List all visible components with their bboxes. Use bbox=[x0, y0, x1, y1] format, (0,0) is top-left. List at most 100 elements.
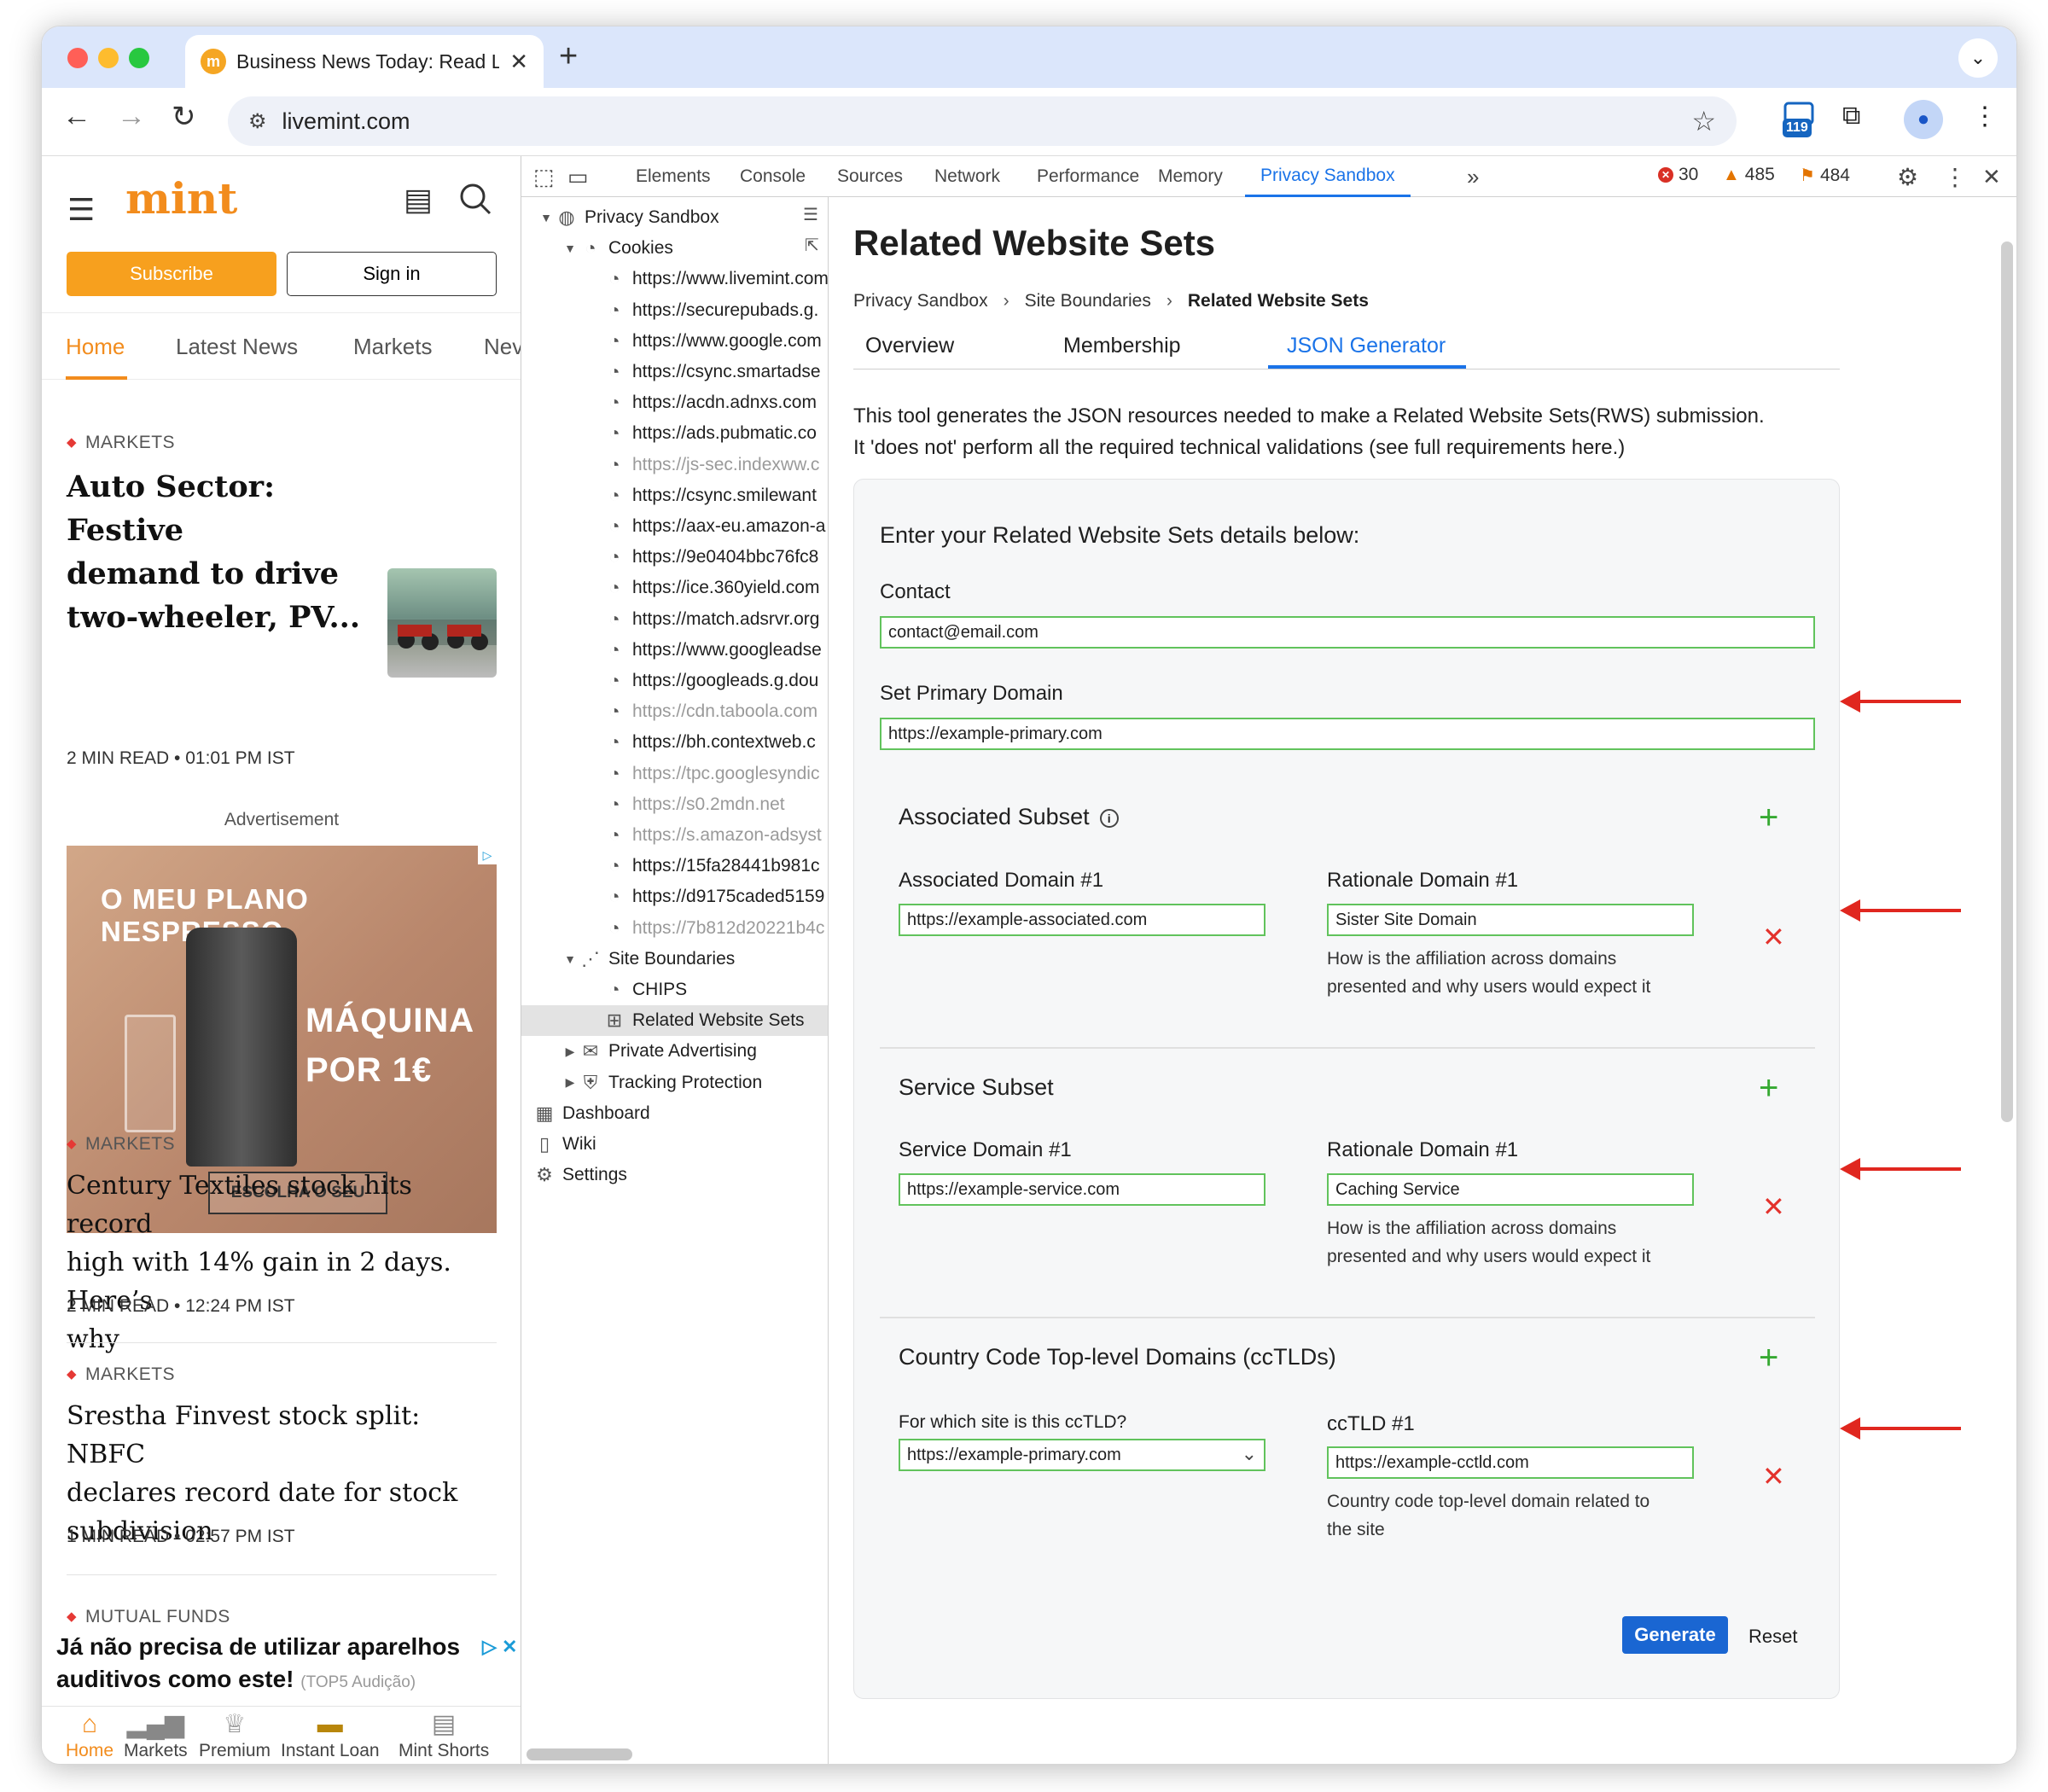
tree-item-tracking-protection[interactable]: ▶ ⛨ Tracking Protection bbox=[521, 1068, 828, 1098]
nav-latest-news[interactable]: Latest News bbox=[176, 334, 298, 360]
search-icon[interactable] bbox=[458, 182, 492, 224]
toggle-sidebar-icon[interactable]: ☰ bbox=[803, 204, 818, 225]
nav-home[interactable]: Home bbox=[66, 334, 125, 360]
bottom-nav-instant-loan[interactable]: ▬ Instant Loan bbox=[281, 1707, 380, 1761]
tree-item-cookie-domain[interactable]: ◔ https://csync.smilewant bbox=[521, 480, 828, 511]
remove-service-domain-button[interactable]: ✕ bbox=[1762, 1193, 1785, 1220]
tree-item-cookie-domain[interactable]: ◔ https://acdn.adnxs.com bbox=[521, 387, 828, 418]
close-tab-icon[interactable]: ✕ bbox=[509, 49, 528, 75]
tab-network[interactable]: Network bbox=[934, 156, 1000, 197]
remove-cctld-button[interactable]: ✕ bbox=[1762, 1463, 1785, 1490]
adchoices-icon[interactable]: ▷ bbox=[478, 846, 497, 864]
hearing-aid-banner-ad[interactable]: Já não precisa de utilizar aparelhos aud… bbox=[42, 1631, 521, 1694]
new-tab-icon[interactable]: + bbox=[559, 38, 578, 75]
bottom-nav-premium[interactable]: ♕ Premium bbox=[199, 1707, 271, 1761]
site-settings-icon[interactable]: ⚙ bbox=[248, 109, 267, 134]
maximize-window-button[interactable] bbox=[129, 48, 149, 68]
adchoices-icon[interactable]: ▷ ✕ bbox=[482, 1631, 517, 1663]
tree-item-site-boundaries[interactable]: ▼ ⋰ Site Boundaries bbox=[521, 944, 828, 975]
tree-item-cookie-domain[interactable]: ◔ https://securepubads.g. bbox=[521, 295, 828, 326]
contact-input[interactable]: contact@email.com bbox=[880, 616, 1815, 649]
tab-console[interactable]: Console bbox=[740, 156, 806, 197]
close-devtools-icon[interactable]: ✕ bbox=[1982, 156, 2001, 197]
issue-count[interactable]: ⚑ 484 bbox=[1800, 165, 1850, 186]
info-icon[interactable]: i bbox=[1099, 808, 1119, 828]
select-element-icon[interactable]: ⇱ bbox=[805, 235, 819, 256]
tree-item-cookie-domain[interactable]: ◔ https://9e0404bbc76fc8 bbox=[521, 542, 828, 573]
tree-item-settings[interactable]: ⚙ Settings bbox=[521, 1160, 828, 1190]
tree-item-cookie-domain[interactable]: ◔ https://bh.contextweb.c bbox=[521, 727, 828, 758]
add-associated-domain-button[interactable]: + bbox=[1759, 800, 1778, 835]
chevron-down-icon[interactable]: ▼ bbox=[561, 952, 579, 966]
breadcrumb-item[interactable]: Privacy Sandbox bbox=[853, 291, 988, 311]
bottom-nav-home[interactable]: ⌂ Home bbox=[66, 1707, 113, 1761]
inspect-element-icon[interactable]: ⬚ bbox=[533, 156, 555, 197]
service-domain-input[interactable]: https://example-service.com bbox=[899, 1173, 1265, 1206]
add-service-domain-button[interactable]: + bbox=[1759, 1071, 1778, 1105]
epaper-icon[interactable]: ▤ bbox=[404, 182, 433, 218]
reload-icon[interactable]: ↻ bbox=[172, 100, 196, 134]
article-thumbnail[interactable] bbox=[387, 568, 497, 678]
chevron-right-icon[interactable]: ▶ bbox=[561, 1075, 579, 1090]
forward-arrow-icon[interactable]: → bbox=[117, 100, 146, 133]
tree-item-cookie-domain[interactable]: ◔ https://s0.2mdn.net bbox=[521, 789, 828, 820]
add-cctld-button[interactable]: + bbox=[1759, 1341, 1778, 1375]
tree-item-cookie-domain[interactable]: ◔ https://js-sec.indexww.c bbox=[521, 450, 828, 480]
tab-privacy-sandbox[interactable]: Privacy Sandbox bbox=[1245, 156, 1411, 197]
hamburger-menu-icon[interactable]: ☰ bbox=[67, 192, 95, 228]
address-url[interactable]: livemint.com bbox=[282, 108, 410, 135]
close-window-button[interactable] bbox=[67, 48, 88, 68]
warning-count[interactable]: ▲ 485 bbox=[1723, 165, 1775, 185]
tab-search-chevron-icon[interactable]: ⌄ bbox=[1958, 38, 1998, 78]
tree-item-cookie-domain[interactable]: ◔ https://aax-eu.amazon-a bbox=[521, 511, 828, 542]
sign-in-button[interactable]: Sign in bbox=[287, 252, 497, 296]
panel-scrollbar[interactable] bbox=[2001, 241, 2013, 1122]
tree-item-private-advertising[interactable]: ▶ ✉ Private Advertising bbox=[521, 1036, 828, 1067]
breadcrumb-item[interactable]: Site Boundaries bbox=[1025, 291, 1151, 311]
chevron-down-icon[interactable]: ▼ bbox=[537, 211, 556, 224]
tree-item-cookie-domain[interactable]: ◔ https://www.google.com bbox=[521, 326, 828, 357]
primary-domain-input[interactable]: https://example-primary.com bbox=[880, 718, 1815, 750]
back-arrow-icon[interactable]: ← bbox=[62, 100, 91, 133]
tree-item-cookie-domain[interactable]: ◔ https://ice.360yield.com bbox=[521, 573, 828, 603]
chevron-right-icon[interactable]: ▶ bbox=[561, 1044, 579, 1059]
tab-sources[interactable]: Sources bbox=[837, 156, 903, 197]
tree-item-cookie-domain[interactable]: ◔ https://s.amazon-adsyst bbox=[521, 820, 828, 851]
tab-memory[interactable]: Memory bbox=[1158, 156, 1223, 197]
reset-button[interactable]: Reset bbox=[1748, 1626, 1797, 1648]
tree-item-cookie-domain[interactable]: ◔ https://d9175caded5159 bbox=[521, 881, 828, 912]
tree-item-cookie-domain[interactable]: ◔ https://www.livemint.com bbox=[521, 264, 828, 294]
tree-item-wiki[interactable]: ▯ Wiki bbox=[521, 1129, 828, 1160]
tree-scrollbar[interactable] bbox=[527, 1748, 632, 1760]
tree-item-dashboard[interactable]: ▦ Dashboard bbox=[521, 1098, 828, 1129]
remove-associated-domain-button[interactable]: ✕ bbox=[1762, 923, 1785, 951]
settings-gear-icon[interactable]: ⚙ bbox=[1897, 156, 1918, 197]
devtools-menu-icon[interactable]: ⋮ bbox=[1943, 156, 1967, 197]
tree-item-cookie-domain[interactable]: ◔ https://csync.smartadse bbox=[521, 357, 828, 387]
profile-avatar[interactable]: ● bbox=[1904, 100, 1943, 139]
article-headline[interactable]: Century Textiles stock hits record high … bbox=[67, 1167, 497, 1359]
article-headline[interactable]: Auto Sector: Festive demand to drive two… bbox=[67, 465, 382, 639]
address-bar[interactable]: ⚙ livemint.com ☆ bbox=[228, 96, 1737, 146]
tab-overview[interactable]: Overview bbox=[865, 334, 954, 358]
tree-item-cookies[interactable]: ▼ ◔ Cookies bbox=[521, 233, 828, 264]
tree-item-cookie-domain[interactable]: ◔ https://7b812d20221b4c bbox=[521, 913, 828, 944]
tab-json-generator[interactable]: JSON Generator bbox=[1287, 334, 1446, 358]
device-toolbar-icon[interactable]: ▭ bbox=[567, 156, 589, 197]
service-rationale-input[interactable]: Caching Service bbox=[1327, 1173, 1694, 1206]
tree-item-cookie-domain[interactable]: ◔ https://googleads.g.dou bbox=[521, 666, 828, 696]
tree-item-cookie-domain[interactable]: ◔ https://ads.pubmatic.co bbox=[521, 418, 828, 449]
browser-tab[interactable]: m Business News Today: Read L ✕ bbox=[185, 35, 544, 88]
associated-domain-input[interactable]: https://example-associated.com bbox=[899, 904, 1265, 936]
tree-item-chips[interactable]: ◔ CHIPS bbox=[521, 975, 828, 1005]
tree-item-related-website-sets[interactable]: ⊞ Related Website Sets bbox=[521, 1005, 828, 1037]
cctld-input[interactable]: https://example-cctld.com bbox=[1327, 1446, 1694, 1479]
tree-item-cookie-domain[interactable]: ◔ https://tpc.googlesyndic bbox=[521, 759, 828, 789]
mint-logo[interactable]: mint bbox=[125, 173, 237, 224]
tab-performance[interactable]: Performance bbox=[1037, 156, 1139, 197]
tab-elements[interactable]: Elements bbox=[636, 156, 711, 197]
subscribe-button[interactable]: Subscribe bbox=[67, 252, 276, 296]
nav-markets[interactable]: Markets bbox=[353, 334, 432, 360]
generate-button[interactable]: Generate bbox=[1622, 1616, 1728, 1654]
tree-item-cookie-domain[interactable]: ◔ https://15fa28441b981c bbox=[521, 851, 828, 881]
